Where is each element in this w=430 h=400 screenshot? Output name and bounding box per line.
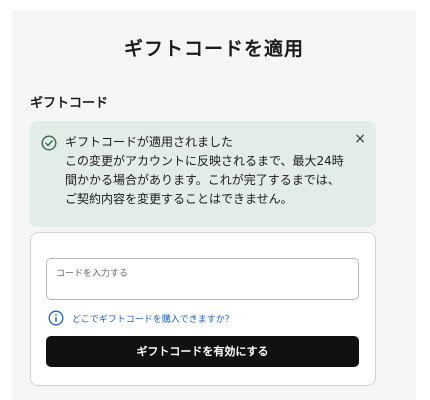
activate-gift-code-button[interactable]: ギフトコードを有効にする <box>46 336 359 367</box>
page-title: ギフトコードを適用 <box>123 38 304 60</box>
success-alert: ギフトコードが適用されました この変更がアカウントに反映されるまで、最大24時 … <box>30 121 376 227</box>
check-circle-icon <box>41 135 57 151</box>
gift-code-input[interactable]: コードを入力する <box>46 258 359 300</box>
gift-code-form-card: コードを入力する どこでギフトコードを購入できますか？ ギフトコードを有効にする <box>30 232 376 386</box>
alert-message: この変更がアカウントに反映されるまで、最大24時 間かかる場合があります。これが… <box>65 154 344 206</box>
close-icon[interactable]: × <box>354 131 366 147</box>
info-icon <box>48 310 64 326</box>
gift-code-input-label: コードを入力する <box>56 269 129 279</box>
gift-code-panel: ギフトコードを適用 ギフトコード ギフトコードが適用されました この変更がアカウ… <box>12 10 416 400</box>
where-to-buy-link[interactable]: どこでギフトコードを購入できますか？ <box>72 312 234 325</box>
gift-code-section-label: ギフトコード <box>30 96 109 111</box>
alert-title: ギフトコードが適用されました <box>65 135 234 149</box>
